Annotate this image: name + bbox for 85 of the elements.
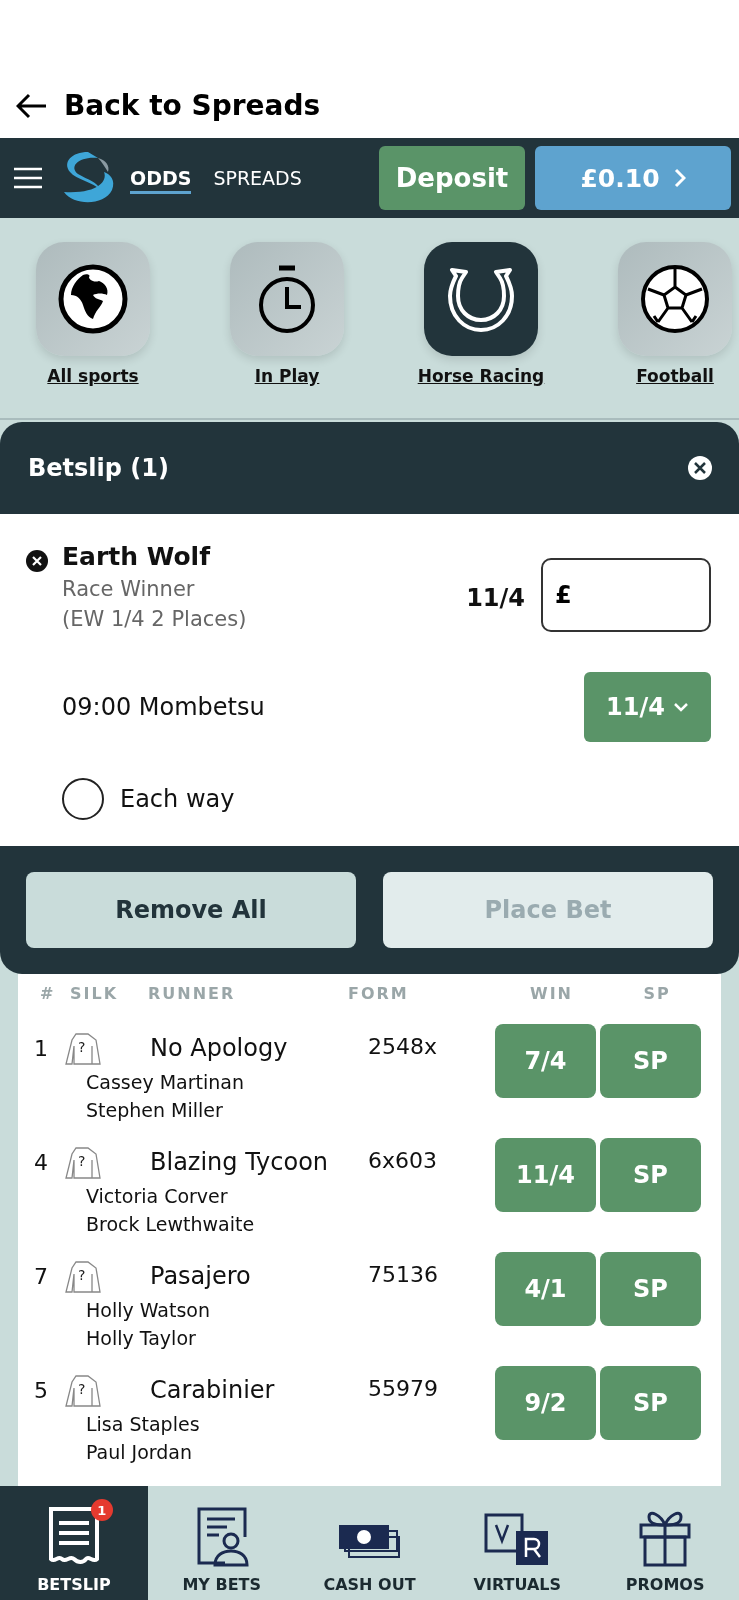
column-header: RUNNER (148, 983, 236, 1003)
football-icon (639, 263, 711, 335)
win-odds-button[interactable]: 7/4 (495, 1024, 596, 1098)
silk-question-mark: ? (78, 1267, 86, 1283)
bottom-nav-item[interactable]: 1 BETSLIP (0, 1486, 148, 1600)
runner-number: 7 (34, 1263, 49, 1291)
trainer-name: Holly Watson (85, 1297, 211, 1323)
runner-form: 55979 (368, 1375, 439, 1403)
runner-name: No Apology (150, 1033, 289, 1064)
each-way-radio[interactable] (62, 778, 104, 820)
sport-label: In Play (254, 366, 320, 386)
sport-tile[interactable] (230, 242, 344, 356)
sport-label: Football (636, 366, 714, 386)
runner-form: 6x603 (368, 1147, 438, 1175)
selection-odds: 11/4 (466, 584, 525, 612)
win-odds-button[interactable]: 4/1 (495, 1252, 596, 1326)
column-header: FORM (348, 983, 409, 1003)
bottom-nav-item[interactable]: VIRTUALS (443, 1486, 592, 1600)
sport-tile[interactable] (36, 242, 150, 356)
runner-name: Blazing Tycoon (150, 1147, 330, 1178)
virtuals-icon (484, 1513, 551, 1567)
silk-question-mark: ? (78, 1153, 86, 1169)
each-way-label: Each way (120, 785, 235, 813)
race-name: 09:00 Mombetsu (62, 693, 265, 721)
trainer-name: Victoria Corver (85, 1183, 229, 1209)
sp-button[interactable]: SP (600, 1024, 701, 1098)
menu-icon[interactable] (14, 167, 42, 189)
win-odds-button[interactable]: 9/2 (495, 1366, 596, 1440)
runner-number: 1 (34, 1035, 49, 1063)
nav-label: BETSLIP (37, 1575, 111, 1594)
sport-tile[interactable] (618, 242, 732, 356)
trainer-name: Lisa Staples (85, 1411, 201, 1437)
sp-button[interactable]: SP (600, 1252, 701, 1326)
jockey-name: Stephen Miller (85, 1098, 224, 1124)
column-header: WIN (530, 983, 573, 1003)
stake-field[interactable]: £ (541, 558, 711, 632)
column-header: SP (643, 983, 671, 1003)
nav-label: PROMOS (625, 1575, 705, 1594)
jockey-name: Paul Jordan (85, 1440, 194, 1466)
nav-label: CASH OUT (323, 1575, 416, 1594)
deposit-button[interactable]: Deposit (379, 146, 525, 210)
runner-number: 4 (34, 1149, 49, 1177)
column-header: SILK (70, 983, 119, 1003)
each-way-terms: (EW 1/4 2 Places) (62, 607, 247, 631)
chevron-down-icon (672, 702, 689, 712)
sport-label: All sports (47, 366, 139, 386)
back-arrow-icon (16, 92, 48, 119)
sport-link[interactable]: Horse Racing (401, 242, 561, 418)
count-badge: 1 (90, 1499, 113, 1521)
sp-button[interactable]: SP (600, 1138, 701, 1212)
runner-number: 5 (34, 1377, 49, 1405)
remove-selection-icon[interactable] (26, 550, 48, 572)
silk-question-mark: ? (78, 1381, 86, 1397)
sp-button[interactable]: SP (600, 1366, 701, 1440)
silk-question-mark: ? (78, 1039, 86, 1055)
betslip-title: Betslip (1) (28, 454, 169, 482)
runner-form: 2548x (368, 1033, 438, 1061)
sport-link[interactable]: In Play (207, 242, 367, 418)
globe-icon (57, 263, 129, 335)
close-icon[interactable] (687, 455, 713, 481)
nav-tab[interactable]: ODDS (130, 162, 192, 194)
bottom-nav-item[interactable]: MY BETS (147, 1486, 296, 1600)
runner-form: 75136 (368, 1261, 439, 1289)
remove-all-button[interactable]: Remove All (26, 872, 356, 948)
sport-link[interactable]: All sports (13, 242, 173, 418)
sport-label: Horse Racing (417, 366, 545, 386)
jockey-name: Brock Lewthwaite (85, 1212, 256, 1238)
nav-label: VIRTUALS (473, 1575, 561, 1594)
back-link[interactable]: Back to Spreads (16, 89, 321, 122)
market-name: Race Winner (62, 577, 196, 601)
nav-tab[interactable]: SPREADS (213, 162, 302, 194)
chevron-right-icon (673, 168, 686, 188)
jockey-name: Holly Taylor (85, 1326, 197, 1352)
selection-name: Earth Wolf (62, 542, 212, 571)
price-dropdown[interactable]: 11/4 (584, 672, 711, 742)
bottom-nav-item[interactable]: CASH OUT (295, 1486, 444, 1600)
sport-tile[interactable] (424, 242, 538, 356)
sport-link[interactable]: Football (595, 242, 739, 418)
runner-name: Carabinier (150, 1375, 276, 1406)
trainer-name: Cassey Martinan (85, 1069, 245, 1095)
bottom-nav-item[interactable]: PROMOS (591, 1486, 739, 1600)
runner-name: Pasajero (150, 1261, 252, 1292)
column-header: # (40, 983, 56, 1003)
win-odds-button[interactable]: 11/4 (495, 1138, 596, 1212)
nav-label: MY BETS (182, 1575, 261, 1594)
